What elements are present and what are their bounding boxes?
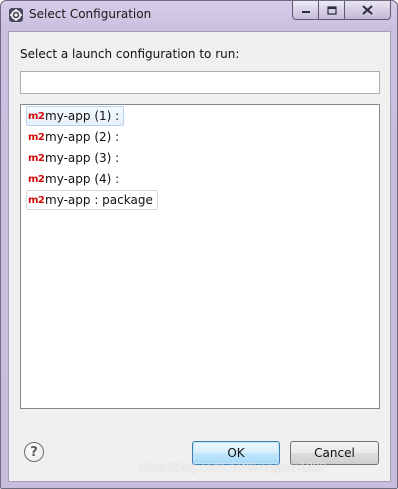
maven-m2-icon: m2 bbox=[28, 194, 45, 206]
list-item-label: my-app : package bbox=[45, 193, 153, 207]
maximize-icon bbox=[326, 5, 337, 15]
dialog-body: Select a launch configuration to run: m2… bbox=[8, 31, 391, 482]
configuration-list[interactable]: m2 my-app (1) : m2 my-app (2) : m2 my-ap… bbox=[20, 104, 380, 409]
list-item-label: my-app (4) : bbox=[45, 172, 120, 186]
dialog-window: Select Configuration Select a launch con… bbox=[0, 0, 398, 489]
close-button[interactable] bbox=[345, 1, 391, 20]
list-item[interactable]: m2 my-app (3) : bbox=[26, 148, 124, 168]
list-item[interactable]: m2 my-app (2) : bbox=[26, 127, 124, 147]
minimize-icon bbox=[301, 11, 310, 13]
maven-m2-icon: m2 bbox=[28, 110, 45, 122]
eclipse-gear-icon bbox=[9, 8, 23, 22]
title-bar[interactable]: Select Configuration bbox=[1, 1, 397, 31]
maven-m2-icon: m2 bbox=[28, 131, 45, 143]
minimize-button[interactable] bbox=[292, 1, 319, 20]
watermark: https://blog.csdn.net/liyongyan1202 bbox=[138, 460, 327, 474]
caption-buttons bbox=[292, 1, 391, 21]
list-item-label: my-app (2) : bbox=[45, 130, 120, 144]
list-item-label: my-app (1) : bbox=[45, 109, 120, 123]
list-item-label: my-app (3) : bbox=[45, 151, 120, 165]
close-icon bbox=[362, 5, 373, 15]
maven-m2-icon: m2 bbox=[28, 173, 45, 185]
prompt-label: Select a launch configuration to run: bbox=[20, 47, 240, 61]
maven-m2-icon: m2 bbox=[28, 152, 45, 164]
list-item[interactable]: m2 my-app : package bbox=[26, 190, 158, 210]
list-item[interactable]: m2 my-app (1) : bbox=[26, 106, 125, 126]
window-title: Select Configuration bbox=[29, 7, 152, 21]
help-icon[interactable]: ? bbox=[24, 442, 44, 462]
filter-input[interactable] bbox=[20, 71, 380, 94]
maximize-button[interactable] bbox=[319, 1, 345, 20]
list-item[interactable]: m2 my-app (4) : bbox=[26, 169, 124, 189]
